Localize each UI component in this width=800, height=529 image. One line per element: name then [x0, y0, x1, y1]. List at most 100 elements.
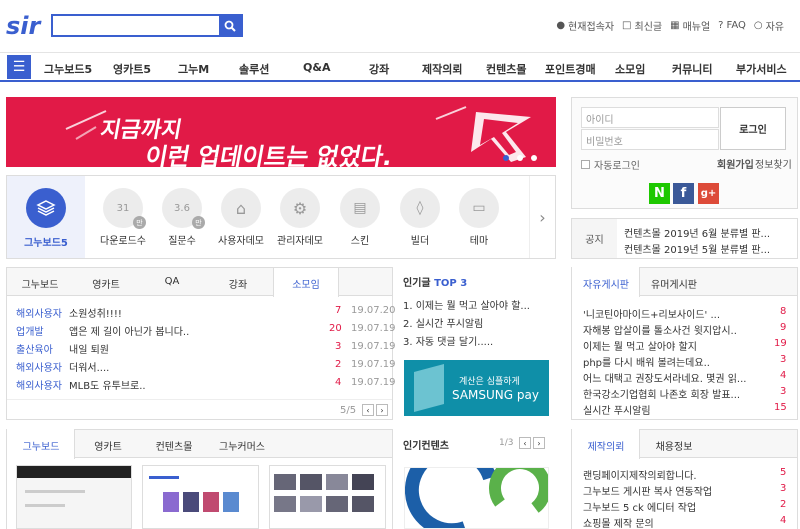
skin-button[interactable]: ▤	[340, 188, 380, 228]
content-thumbnail[interactable]	[16, 465, 132, 529]
join-link[interactable]: 회원가입	[717, 156, 754, 171]
home-icon: ⌂	[235, 198, 247, 218]
board-post-title[interactable]: 더워서....	[69, 359, 319, 374]
board-post-title[interactable]: '니코틴아마이드+리보사이드' ...	[583, 306, 773, 321]
content-thumbnail[interactable]	[142, 465, 259, 529]
gear-icon: ⚙	[292, 198, 308, 218]
tab-free-board[interactable]: 자유게시판	[572, 276, 640, 291]
chat-icon: ○	[753, 20, 763, 31]
board-post-title[interactable]: MLB도 유투브로..	[69, 377, 319, 392]
tab-humor-board[interactable]: 유머게시판	[640, 276, 708, 291]
prev-page-icon[interactable]: ‹	[519, 437, 531, 449]
popular-item[interactable]: 3. 자동 댓글 달기.....	[403, 333, 553, 348]
toplink-free[interactable]: ○ 자유	[754, 18, 784, 33]
board-post-title[interactable]: 소원성취!!!!	[69, 305, 319, 320]
banner-dot[interactable]	[531, 155, 537, 161]
next-page-icon[interactable]: ›	[376, 404, 388, 416]
prev-page-icon[interactable]: ‹	[362, 404, 374, 416]
content-thumbnail[interactable]	[269, 465, 386, 529]
nav-item[interactable]: Q&A	[303, 61, 330, 74]
board-post-title[interactable]: 이제는 뭘 먹고 살아야 할지	[583, 338, 773, 353]
toplink-manual[interactable]: ▦ 매뉴얼	[670, 18, 710, 33]
auto-login-checkbox[interactable]	[581, 160, 590, 169]
nav-item[interactable]: 포인트경매	[545, 61, 596, 77]
popular-item[interactable]: 1. 이제는 뭘 먹고 살아야 할...	[403, 297, 553, 312]
popular-contents: 인기컨텐츠 1/3 ‹ ›	[403, 429, 556, 529]
board-post-title[interactable]: 랜딩페이지제작의뢰합니다.	[583, 467, 773, 482]
tab-contents-mall[interactable]: 컨텐츠몰	[141, 438, 207, 453]
layers-icon: ◊	[416, 200, 424, 216]
samsung-pay-logo: SAMSUNG pay	[452, 388, 539, 402]
tab-gnucommerce[interactable]: 그누커머스	[207, 438, 277, 453]
nav-item[interactable]: 영카트5	[113, 61, 151, 77]
banner-dot[interactable]	[517, 155, 523, 161]
board-post-title[interactable]: 내일 퇴원	[69, 341, 319, 356]
tab-gnuboard[interactable]: 그누보드	[7, 276, 73, 291]
content-thumbnail[interactable]	[404, 467, 549, 529]
tab-youngcart[interactable]: 영카트	[73, 276, 139, 291]
board-post-title[interactable]: 앱은 제 길이 아닌가 봅니다..	[69, 323, 319, 338]
next-page-icon[interactable]: ›	[533, 437, 545, 449]
go-logo-graphic	[405, 468, 548, 528]
page-indicator: 1/3	[499, 438, 514, 448]
toplink-latest[interactable]: □ 최신글	[622, 18, 662, 33]
popular-item[interactable]: 2. 실시간 푸시알림	[403, 315, 553, 330]
theme-button[interactable]: ▭	[459, 188, 499, 228]
nav-item[interactable]: 그누보드5	[44, 61, 92, 77]
board-post-title[interactable]: 어느 대택고 권장도서라네요. 몇권 읽...	[583, 370, 773, 385]
gnuboard5-tile[interactable]: 그누보드5	[7, 176, 85, 258]
board-post-title[interactable]: 그누보드 5 ck 에디터 작업	[583, 499, 773, 514]
phone-graphic	[414, 363, 444, 413]
board-post-title[interactable]: 쇼핑몰 제작 문의	[583, 515, 773, 529]
board-post-title[interactable]: 실시간 푸시알림	[583, 402, 773, 417]
next-arrow-icon[interactable]: ›	[529, 176, 555, 258]
id-field[interactable]: 아이디	[581, 107, 719, 128]
banner-dot-active[interactable]	[503, 155, 509, 161]
nav-item[interactable]: 강좌	[369, 61, 389, 77]
nav-item[interactable]: 커뮤니티	[672, 61, 712, 77]
document-icon: □	[622, 20, 632, 31]
board-post-title[interactable]: 한국강소기업협회 나존호 회장 발표...	[583, 386, 773, 401]
site-logo[interactable]: sir	[6, 10, 43, 40]
search-input[interactable]	[53, 16, 219, 35]
nav-item[interactable]: 소모임	[615, 61, 645, 77]
login-button[interactable]: 로그인	[720, 107, 786, 150]
board-post-title[interactable]: 자해봉 압살이를 톨소사건 윗지압시..	[583, 322, 773, 337]
user-demo-button[interactable]: ⌂	[221, 188, 261, 228]
toplink-current-users[interactable]: ● 현재접속자	[556, 18, 614, 33]
auto-login[interactable]: 자동로그인	[581, 157, 640, 172]
tab-gnuboard[interactable]: 그누보드	[7, 438, 75, 453]
search-button[interactable]	[219, 16, 241, 35]
tab-lecture[interactable]: 강좌	[205, 276, 271, 291]
tab-qa[interactable]: QA	[139, 276, 205, 287]
nav-item[interactable]: 그누M	[178, 61, 209, 77]
admin-demo-button[interactable]: ⚙	[280, 188, 320, 228]
tab-youngcart[interactable]: 영카트	[75, 438, 141, 453]
tab-jobs[interactable]: 채용정보	[640, 438, 708, 453]
builder-button[interactable]: ◊	[400, 188, 440, 228]
nav-item[interactable]: 컨텐츠몰	[486, 61, 526, 77]
samsung-pay-ad[interactable]: 계산은 심플하게 SAMSUNG pay	[404, 360, 549, 416]
naver-icon[interactable]: N	[649, 183, 670, 204]
nav-item[interactable]: 제작의뢰	[422, 61, 462, 77]
promo-banner[interactable]: 지금까지 이런 업데이트는 없었다.	[6, 97, 556, 167]
top-links: ● 현재접속자 □ 최신글 ▦ 매뉴얼 ? FAQ ○ 자유	[556, 18, 784, 33]
menu-button[interactable]: ☰	[7, 55, 31, 79]
notice-item[interactable]: 컨텐츠몰 2019년 5월 분류별 판...	[624, 241, 794, 256]
board-post-title[interactable]: php를 다시 배워 볼려는데요..	[583, 354, 773, 369]
nav-item[interactable]: 솔루션	[239, 61, 269, 77]
toplink-faq[interactable]: ? FAQ	[718, 18, 746, 33]
facebook-icon[interactable]: f	[673, 183, 694, 204]
tab-request[interactable]: 제작의뢰	[572, 438, 640, 453]
request-board: 제작의뢰 채용정보 랜딩페이지제작의뢰합니다. 5 그누보드 게시판 복사 연동…	[571, 429, 798, 529]
nav-item[interactable]: 부가서비스	[736, 61, 787, 77]
main-nav: ☰ 그누보드5 영카트5 그누M 솔루션 Q&A 강좌 제작의뢰 컨텐츠몰 포인…	[0, 52, 800, 82]
board-post-title[interactable]: 그누보드 게시판 복사 연동작업	[583, 483, 773, 498]
notice-item[interactable]: 컨텐츠몰 2019년 6월 분류별 판...	[624, 225, 794, 240]
tab-club[interactable]: 소모임	[273, 276, 339, 291]
hamburger-icon: ☰	[12, 59, 26, 75]
google-plus-icon[interactable]: g+	[698, 183, 719, 204]
popular-box: 인기글 TOP 3 1. 이제는 뭘 먹고 살아야 할... 2. 실시간 푸시…	[403, 274, 556, 420]
find-info-link[interactable]: 정보찾기	[755, 156, 792, 171]
password-field[interactable]: 비밀번호	[581, 129, 719, 150]
